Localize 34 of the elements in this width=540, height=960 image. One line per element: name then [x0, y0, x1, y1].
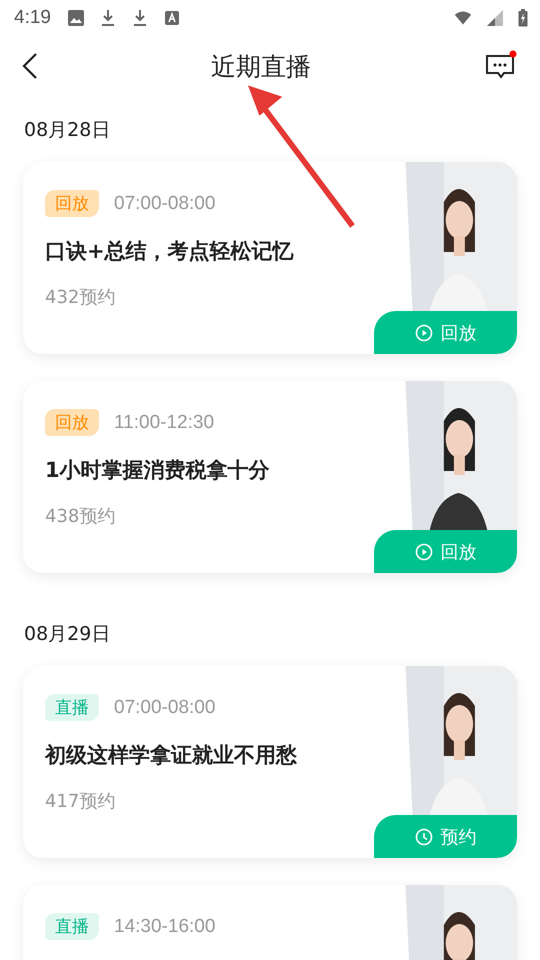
play-icon	[414, 542, 432, 560]
status-tag: 回放	[45, 409, 99, 436]
course-time: 07:00-08:00	[114, 192, 216, 214]
status-time: 4:19	[14, 7, 51, 29]
action-button[interactable]: 回放	[374, 530, 517, 573]
course-card[interactable]: 直播 14:30-16:00	[23, 885, 517, 960]
section-date: 08月28日	[23, 118, 112, 143]
action-button[interactable]: 预约	[374, 815, 517, 858]
image-icon	[66, 9, 85, 27]
status-tag: 直播	[45, 694, 99, 721]
course-title: 口诀+总结，考点轻松记忆	[45, 238, 295, 265]
action-button[interactable]: 回放	[374, 311, 517, 354]
back-icon[interactable]	[22, 52, 38, 80]
signal-icon	[486, 9, 504, 27]
course-title: 1小时掌握消费税拿十分	[45, 457, 271, 484]
reservation-count: 417预约	[45, 790, 116, 813]
section-date: 08月29日	[23, 622, 112, 647]
course-title: 初级这样学拿证就业不用愁	[45, 742, 298, 769]
course-time: 11:00-12:30	[114, 412, 214, 434]
play-icon	[414, 324, 432, 342]
course-card[interactable]: 回放 11:00-12:30 1小时掌握消费税拿十分 438预约 回放	[23, 381, 517, 573]
course-card[interactable]: 回放 07:00-08:00 口诀+总结，考点轻松记忆 432预约 回放	[23, 162, 517, 354]
wifi-icon	[454, 9, 472, 27]
course-time: 07:00-08:00	[114, 696, 216, 718]
reservation-count: 432预约	[45, 286, 116, 309]
status-tag: 直播	[45, 913, 99, 940]
course-card[interactable]: 直播 07:00-08:00 初级这样学拿证就业不用愁 417预约 预约	[23, 666, 517, 858]
page-title: 近期直播	[211, 50, 311, 82]
reservation-count: 438预约	[45, 505, 116, 528]
status-tag: 回放	[45, 190, 99, 217]
battery-icon	[518, 9, 528, 27]
clock-icon	[414, 828, 432, 846]
course-time: 14:30-16:00	[114, 916, 216, 938]
font-icon	[162, 9, 181, 27]
